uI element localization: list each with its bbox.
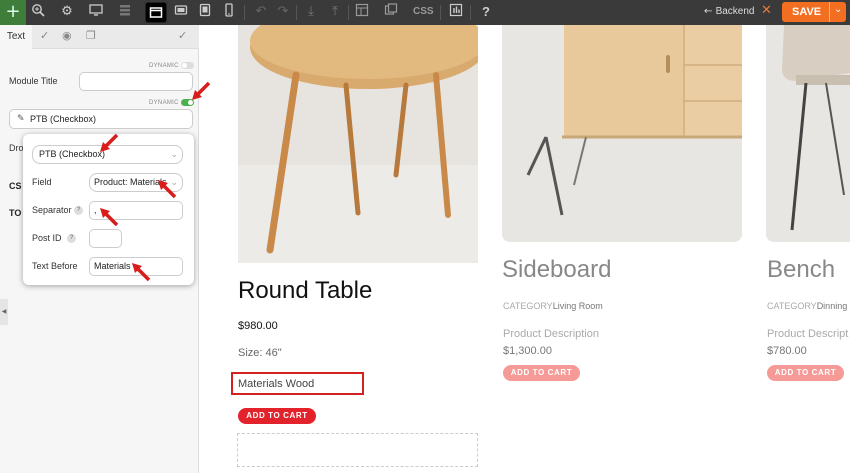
add-to-cart-button[interactable]: ADD TO CART xyxy=(503,365,580,381)
mobile-icon[interactable] xyxy=(220,3,238,21)
post-id-input[interactable] xyxy=(89,229,122,248)
backend-link[interactable]: ← Backend xyxy=(704,6,754,17)
export-icon[interactable]: ⤒ xyxy=(326,3,344,21)
import-icon[interactable]: ⤓ xyxy=(302,3,320,21)
layout-icon[interactable] xyxy=(353,3,371,21)
category-value[interactable]: Living Room xyxy=(553,301,603,311)
category-value[interactable]: Dinning xyxy=(817,301,848,311)
empty-drop-zone[interactable] xyxy=(237,433,478,467)
close-icon[interactable]: ✕ xyxy=(761,3,772,18)
backend-label: Backend xyxy=(715,6,755,17)
done-check-icon[interactable]: ✓ xyxy=(178,29,187,42)
product-title[interactable]: Round Table xyxy=(238,277,372,305)
top-section-label: TO xyxy=(9,208,22,218)
annotation-arrow xyxy=(158,180,177,199)
product-size: Size: 46" xyxy=(238,347,282,359)
animation-icon[interactable]: ❐ xyxy=(86,29,96,42)
field-label: Field xyxy=(32,177,52,187)
duplicate-icon[interactable] xyxy=(382,3,400,21)
category-label: CATEGORY xyxy=(503,301,553,311)
dynamic-toggle-title[interactable] xyxy=(181,62,194,69)
module-title-input[interactable] xyxy=(79,72,193,91)
css-button[interactable]: CSS xyxy=(413,6,434,17)
source-select-value: PTB (Checkbox) xyxy=(39,149,106,159)
annotation-arrow xyxy=(132,263,151,282)
dynamic-label: DYNAMIC xyxy=(149,63,179,69)
top-toolbar: + ⚙ ↶ ↷ ⤓ ⤒ CSS ? ← Backend ✕ SAVE ⌄ xyxy=(0,0,850,25)
tablet-portrait-icon[interactable] xyxy=(196,3,214,21)
bench-image[interactable] xyxy=(766,25,850,242)
help-icon[interactable]: ? xyxy=(74,206,83,215)
separator-value: , xyxy=(94,205,97,215)
desktop-icon[interactable] xyxy=(87,3,105,21)
dynamic-source-field[interactable]: ✎ PTB (Checkbox) xyxy=(9,109,193,129)
dynamic-source-value: PTB (Checkbox) xyxy=(30,114,97,124)
desktop-view-icon[interactable] xyxy=(145,2,167,23)
text-before-value: Materials xyxy=(94,261,131,271)
css-section-label: CS xyxy=(9,181,22,191)
separator-label: Separator xyxy=(32,205,72,215)
dro-label: Dro xyxy=(9,143,24,153)
chevron-down-icon: ⌄ xyxy=(170,150,178,160)
product-category: CATEGORYLiving Room xyxy=(503,301,603,311)
help-icon[interactable]: ? xyxy=(477,3,495,21)
pencil-icon: ✎ xyxy=(17,114,25,124)
product-title[interactable]: Sideboard xyxy=(502,256,611,284)
dynamic-label-2: DYNAMIC xyxy=(149,100,179,106)
add-module-icon[interactable]: + xyxy=(0,0,26,25)
panel-tabs: Text ✓ ◉ ❐ ✓ xyxy=(0,25,199,49)
visibility-eye-icon[interactable]: ◉ xyxy=(62,29,72,42)
add-to-cart-button[interactable]: ADD TO CART xyxy=(767,365,844,381)
tablet-landscape-icon[interactable] xyxy=(172,3,190,21)
product-price: $980.00 xyxy=(238,320,278,332)
post-id-label: Post ID xyxy=(32,233,62,243)
help-icon[interactable]: ? xyxy=(67,234,76,243)
save-button[interactable]: SAVE ⌄ xyxy=(782,2,846,22)
back-arrow-icon: ← xyxy=(704,6,716,17)
materials-highlight: Materials Wood xyxy=(231,372,364,395)
product-description: Product Description xyxy=(503,328,599,340)
save-label: SAVE xyxy=(792,6,822,18)
round-table-image[interactable] xyxy=(238,25,478,263)
add-to-cart-button[interactable]: ADD TO CART xyxy=(238,408,316,424)
collapse-panel-icon[interactable]: ◀ xyxy=(0,299,8,325)
product-description: Product Descript xyxy=(767,328,849,340)
redo-icon[interactable]: ↷ xyxy=(274,3,292,21)
tab-text[interactable]: Text xyxy=(0,25,32,49)
text-before-label: Text Before xyxy=(32,261,78,271)
product-price: $1,300.00 xyxy=(503,345,552,357)
sideboard-image[interactable] xyxy=(502,25,742,242)
product-title[interactable]: Bench xyxy=(767,256,835,284)
layers-icon[interactable] xyxy=(116,3,134,21)
module-title-label: Module Title xyxy=(9,76,58,86)
category-label: CATEGORY xyxy=(767,301,817,311)
annotation-arrow xyxy=(100,208,119,227)
annotation-arrow xyxy=(192,81,211,100)
chevron-down-icon[interactable]: ⌄ xyxy=(834,4,842,15)
styling-brush-icon[interactable]: ✓ xyxy=(40,29,49,42)
gear-icon[interactable]: ⚙ xyxy=(58,3,76,21)
product-price: $780.00 xyxy=(767,345,807,357)
undo-icon[interactable]: ↶ xyxy=(252,3,270,21)
stats-icon[interactable] xyxy=(447,3,465,21)
zoom-icon[interactable] xyxy=(29,3,47,21)
product-materials: Materials Wood xyxy=(238,378,315,390)
product-category: CATEGORYDinning xyxy=(767,301,847,311)
annotation-arrow xyxy=(100,133,119,152)
